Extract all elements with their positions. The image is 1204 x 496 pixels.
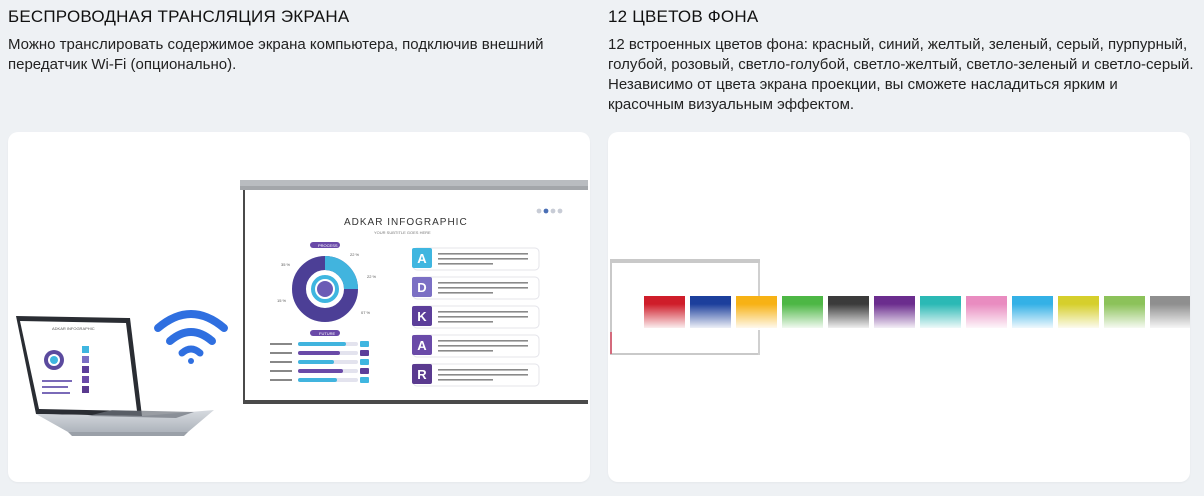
swatch-fade [736,304,777,330]
letter-label: A [417,251,427,266]
letter-label: K [417,309,427,324]
bar-caption [270,370,292,372]
infographic-title: ADKAR INFOGRAPHIC [344,217,468,228]
letter-text-line [438,263,493,265]
letter-text-line [438,292,493,294]
section-description-wireless: Можно транслировать содержимое экрана ко… [8,36,544,73]
bar-badge [360,359,369,365]
bar-caption [270,343,292,345]
projection-screen: ADKAR INFOGRAPHIC YOUR SUBTITLE GOES HER… [240,180,588,404]
svg-text:07 %: 07 % [361,310,371,315]
process-label: PROCESS [318,243,338,248]
letter-text-line [438,311,528,313]
bar-fill [298,351,340,355]
letter-text-line [438,369,528,371]
bar-fill [298,360,334,364]
color-swatches [644,296,1190,330]
swatch-fade [1058,304,1099,330]
bar-badge [360,341,369,347]
wireless-illustration-card: ADKAR INFOGRAPHIC ADKAR INFOGRAPHIC YOUR… [8,132,590,482]
swatch-fade [1150,304,1190,330]
bar-fill [298,378,337,382]
letter-label: A [417,338,427,353]
letter-text-line [438,379,493,381]
swatch-fade [828,304,869,330]
letter-label: R [417,367,427,382]
bar-badge [360,377,369,383]
swatch-fade [690,304,731,330]
section-colors: 12 ЦВЕТОВ ФОНА 12 встроенных цветов фона… [608,0,1198,115]
wifi-icon [154,310,228,364]
letter-text-line [438,253,528,255]
swatch-fade [1012,304,1053,330]
letter-text-line [438,350,493,352]
letter-text-line [438,316,528,318]
letter-label: D [417,280,426,295]
letter-text-line [438,345,528,347]
letter-text-line [438,287,528,289]
swatch-fade [1104,304,1145,330]
svg-text:15 %: 15 % [277,298,287,303]
colors-illustration [610,259,1190,355]
bar-badge [360,368,369,374]
wireless-illustration: ADKAR INFOGRAPHIC ADKAR INFOGRAPHIC YOUR… [16,180,588,436]
swatch-fade [644,304,685,330]
bar-caption [270,352,292,354]
laptop-screen-title: ADKAR INFOGRAPHIC [52,326,95,331]
bar-caption [270,379,292,381]
letter-text-line [438,374,528,376]
swatch-fade [920,304,961,330]
section-title-colors: 12 ЦВЕТОВ ФОНА [608,7,759,26]
letter-text-line [438,340,528,342]
bar-fill [298,369,343,373]
letter-list: ADKAR [412,247,540,387]
svg-text:35 %: 35 % [281,262,291,267]
letter-text-line [438,258,528,260]
letter-text-line [438,282,528,284]
bar-fill [298,342,346,346]
bar-badge [360,350,369,356]
infographic-subtitle: YOUR SUBTITLE GOES HERE [374,230,431,235]
swatch-fade [782,304,823,330]
swatch-fade [966,304,1007,330]
section-title-wireless: БЕСПРОВОДНАЯ ТРАНСЛЯЦИЯ ЭКРАНА [8,7,350,26]
letter-text-line [438,321,493,323]
section-description-colors: 12 встроенных цветов фона: красный, сини… [608,36,1194,113]
svg-text:22 %: 22 % [367,274,377,279]
future-label: FUTURE [319,331,336,336]
colors-illustration-card [608,132,1190,482]
svg-text:22 %: 22 % [350,252,360,257]
swatch-fade [874,304,915,330]
bar-caption [270,361,292,363]
section-wireless: БЕСПРОВОДНАЯ ТРАНСЛЯЦИЯ ЭКРАНА Можно тра… [8,0,590,75]
